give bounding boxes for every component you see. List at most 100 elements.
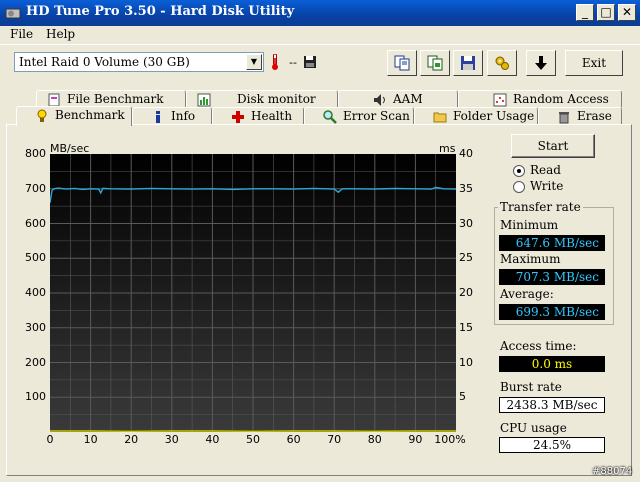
- burst-rate-value: 2438.3 MB/sec: [499, 397, 605, 413]
- drive-select[interactable]: Intel Raid 0 Volume (30 GB) ▼: [14, 52, 264, 72]
- benchmark-icon: [37, 109, 47, 122]
- floppy-icon: [461, 56, 475, 70]
- random-access-icon: [493, 93, 507, 107]
- exit-button[interactable]: Exit: [565, 50, 623, 76]
- tab-label: Disk monitor: [237, 92, 316, 106]
- y2-tick-label: 5: [459, 390, 466, 404]
- file-benchmark-icon: [48, 93, 60, 107]
- minimum-value: 647.6 MB/sec: [499, 235, 605, 251]
- download-button[interactable]: [526, 50, 556, 76]
- copy-image-icon: [427, 55, 443, 71]
- tab-label: Error Scan: [343, 109, 410, 123]
- disk-icon: [304, 56, 316, 68]
- access-time-label: Access time:: [500, 339, 577, 353]
- write-radio[interactable]: [513, 181, 525, 193]
- tab-label: Benchmark: [55, 108, 125, 122]
- y-tick-label: 100: [25, 390, 46, 404]
- x-tick-label: 30: [164, 433, 179, 446]
- x-tick-label: 80: [367, 433, 382, 446]
- benchmark-chart: [50, 154, 456, 432]
- chevron-down-icon[interactable]: ▼: [246, 54, 262, 70]
- y2-tick-label: 40: [459, 147, 473, 160]
- x-tick-label: 90: [408, 433, 423, 446]
- tab-error-scan[interactable]: Error Scan: [304, 107, 414, 125]
- x-tick-label: 10: [83, 433, 98, 446]
- minimize-button[interactable]: _: [576, 4, 594, 21]
- y-tick-label: 500: [25, 251, 46, 265]
- start-button[interactable]: Start: [511, 134, 595, 158]
- window-title: HD Tune Pro 3.50 - Hard Disk Utility: [26, 4, 295, 19]
- info-icon: [156, 111, 160, 123]
- arrow-down-icon: [535, 56, 547, 70]
- hdtune-app-icon: [5, 8, 21, 19]
- menu-help[interactable]: Help: [46, 27, 75, 41]
- options-button[interactable]: [487, 50, 517, 76]
- toolbar: Intel Raid 0 Volume (30 GB) ▼ -- Exit: [0, 44, 640, 82]
- maximum-value: 707.3 MB/sec: [499, 269, 605, 285]
- burst-rate-label: Burst rate: [500, 380, 562, 394]
- cpu-usage-label: CPU usage: [500, 421, 567, 435]
- drive-select-value: Intel Raid 0 Volume (30 GB): [19, 55, 190, 69]
- y2-tick-label: 20: [459, 286, 473, 299]
- y2-tick-label: 25: [459, 251, 473, 265]
- health-cross-icon: [232, 111, 244, 123]
- wrench-icon: [495, 56, 509, 70]
- x-tick-label: 60: [286, 433, 301, 446]
- copy-icon: [394, 55, 410, 71]
- access-time-value: 0.0 ms: [499, 356, 605, 372]
- tab-random-access[interactable]: Random Access: [458, 90, 622, 108]
- average-label: Average:: [500, 287, 554, 301]
- cpu-usage-value: 24.5%: [499, 437, 605, 453]
- y-tick-label: 600: [25, 216, 46, 230]
- tab-aam[interactable]: AAM: [338, 90, 458, 108]
- y-tick-label: 700: [25, 181, 46, 195]
- tab-benchmark[interactable]: Benchmark: [16, 106, 132, 126]
- thermometer-icon: [272, 54, 278, 70]
- y-tick-label: 300: [25, 320, 46, 334]
- speaker-icon: [374, 94, 385, 106]
- tab-health[interactable]: Health: [212, 107, 304, 125]
- maximum-label: Maximum: [500, 252, 561, 266]
- menu-file[interactable]: File: [10, 27, 33, 41]
- y2-tick-label: 15: [459, 320, 473, 334]
- tab-label: Random Access: [513, 92, 609, 106]
- read-radio-label: Read: [530, 163, 561, 177]
- copy-text-button[interactable]: [387, 50, 417, 76]
- x-tick-label: 50: [246, 433, 260, 446]
- minimum-label: Minimum: [500, 218, 559, 232]
- tab-erase[interactable]: Erase: [538, 107, 622, 125]
- x-tick-label: 40: [205, 433, 220, 446]
- tab-label: File Benchmark: [67, 92, 164, 106]
- x-tick-label: 100%: [434, 433, 466, 446]
- x-tick-label: 70: [327, 433, 342, 446]
- temperature-readout: --: [289, 56, 297, 69]
- magnifier-icon: [323, 110, 337, 124]
- write-radio-label: Write: [530, 179, 564, 193]
- maximize-button[interactable]: □: [597, 4, 615, 21]
- tab-label: Erase: [577, 109, 612, 123]
- tab-info[interactable]: Info: [132, 107, 212, 125]
- y2-tick-label: 30: [459, 216, 473, 230]
- save-button[interactable]: [453, 50, 483, 76]
- close-button[interactable]: ✕: [618, 4, 636, 21]
- x-tick-label: 0: [46, 433, 54, 446]
- title-bar: HD Tune Pro 3.50 - Hard Disk Utility _ □…: [0, 0, 640, 26]
- trash-icon: [559, 112, 569, 124]
- folder-icon: [433, 112, 447, 123]
- tab-label: Health: [251, 109, 293, 123]
- y2-tick-label: 35: [459, 181, 473, 195]
- tab-label: AAM: [393, 92, 423, 106]
- tab-label: Folder Usage: [453, 109, 535, 123]
- y-tick-label: 200: [25, 355, 46, 369]
- average-value: 699.3 MB/sec: [499, 304, 605, 320]
- disk-monitor-icon: [197, 93, 211, 107]
- read-radio[interactable]: [513, 165, 525, 177]
- tab-disk-monitor[interactable]: Disk monitor: [186, 90, 338, 108]
- copy-image-button[interactable]: [420, 50, 450, 76]
- menu-bar: File Help: [0, 26, 640, 44]
- y2-tick-label: 10: [459, 355, 473, 369]
- y-tick-label: 400: [25, 286, 46, 299]
- y-tick-label: 800: [25, 147, 46, 160]
- tab-label: Info: [171, 109, 196, 123]
- tab-folder-usage[interactable]: Folder Usage: [414, 107, 538, 125]
